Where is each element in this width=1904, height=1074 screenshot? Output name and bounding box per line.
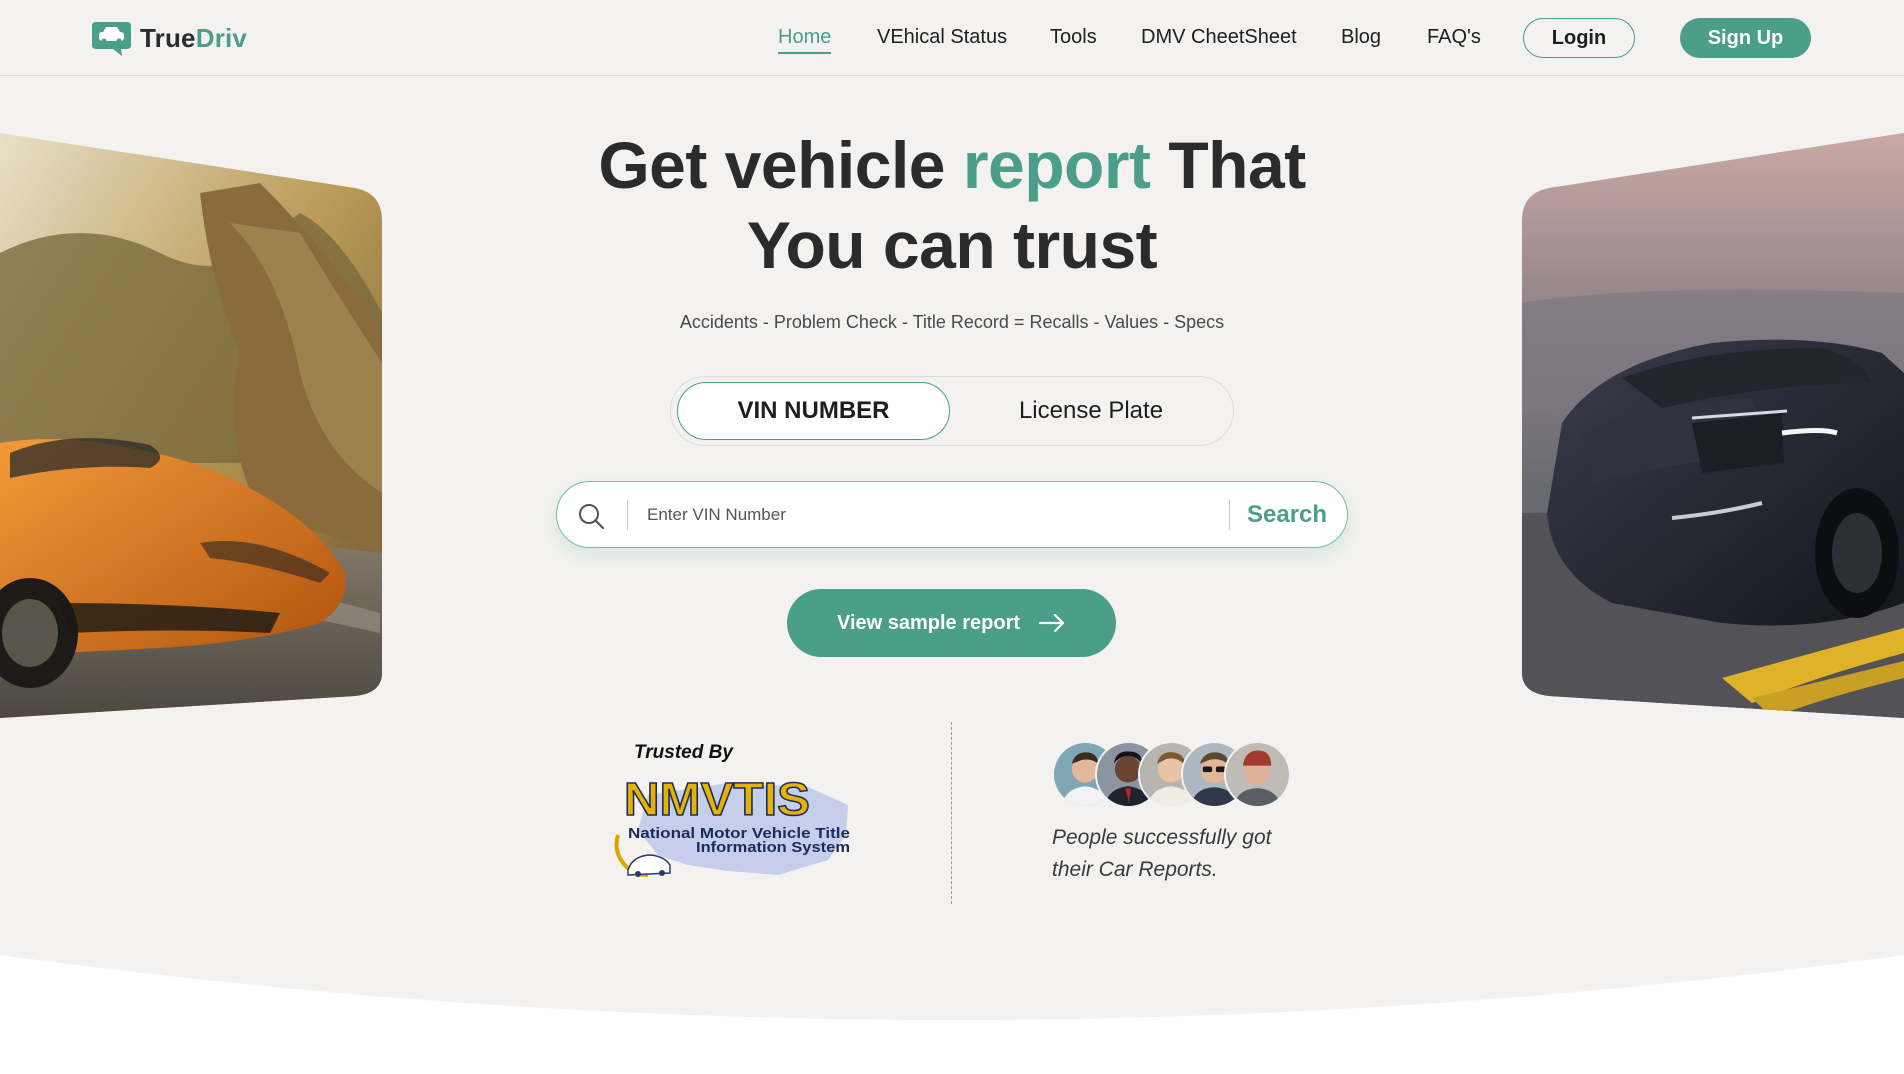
social-proof-text: People successfully got their Car Report… xyxy=(1052,826,1272,881)
nav-item-blog[interactable]: Blog xyxy=(1341,24,1381,50)
search-button[interactable]: Search xyxy=(1247,496,1337,534)
nav-item-home[interactable]: Home xyxy=(778,24,832,54)
site-header: TrueDriv Home VEhical Status Tools DMV C… xyxy=(0,0,1904,76)
view-sample-report-button[interactable]: View sample report xyxy=(787,589,1116,657)
nav-item-vehical-status[interactable]: VEhical Status xyxy=(877,24,1007,50)
nmvtis-car-icon xyxy=(627,854,671,877)
nav-item-faqs[interactable]: FAQ's xyxy=(1427,24,1481,50)
tab-license-plate[interactable]: License Plate xyxy=(953,382,1229,440)
search-divider-left xyxy=(627,500,628,530)
trusted-by-label: Trusted By xyxy=(634,742,733,763)
search-type-tabs: VIN NUMBER License Plate xyxy=(670,376,1234,446)
nmvtis-acronym: NMVTIS xyxy=(624,775,810,825)
vin-search-input[interactable] xyxy=(647,496,1217,534)
avatar-group xyxy=(1052,741,1292,808)
login-button[interactable]: Login xyxy=(1523,18,1635,58)
hero-title-line2: You can trust xyxy=(746,208,1158,282)
hero-title-part1: Get vehicle xyxy=(598,128,963,202)
hero-subtitle: Accidents - Problem Check - Title Record… xyxy=(679,312,1225,332)
hero-image-orange-sports-car xyxy=(0,133,382,718)
hero-title-accent: report xyxy=(962,128,1151,202)
nav-item-dmv-cheetsheet[interactable]: DMV CheetSheet xyxy=(1141,24,1297,50)
search-divider-right xyxy=(1229,500,1230,530)
hero-image-dark-suv xyxy=(1522,133,1904,718)
nav-item-tools[interactable]: Tools xyxy=(1050,24,1097,50)
nmvtis-logo: NMVTIS National Motor Vehicle Title Info… xyxy=(614,775,850,877)
arrow-right-icon xyxy=(1038,613,1065,633)
signup-button[interactable]: Sign Up xyxy=(1680,18,1811,58)
section-divider xyxy=(951,722,952,904)
tab-vin-number[interactable]: VIN NUMBER xyxy=(677,382,950,440)
avatar xyxy=(1224,741,1291,808)
hero-title-part2: That xyxy=(1150,128,1306,202)
vin-search-bar: Search xyxy=(556,481,1348,548)
view-sample-report-label: View sample report xyxy=(836,611,1021,634)
search-icon xyxy=(579,504,605,530)
bottom-wave-decoration xyxy=(0,955,1904,1074)
nmvtis-line2: Information System xyxy=(696,839,850,856)
hero-title: Get vehicle report That You can trust xyxy=(552,125,1352,285)
